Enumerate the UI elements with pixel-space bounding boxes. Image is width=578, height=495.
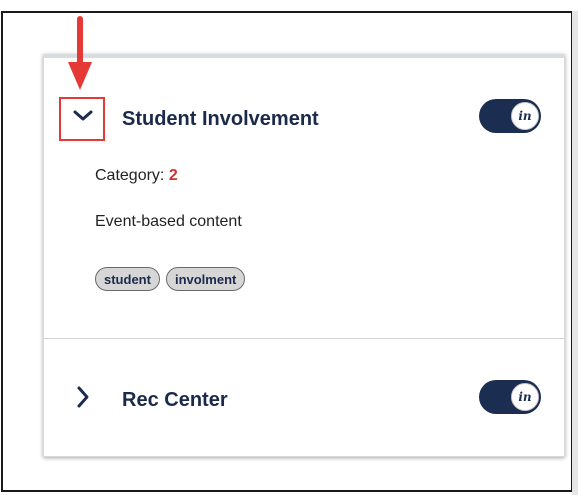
red-arrow-down-icon: [68, 16, 92, 90]
feed-item-title: Rec Center: [122, 389, 228, 411]
subscription-toggle[interactable]: in: [479, 380, 541, 414]
chevron-right-icon[interactable]: [74, 384, 92, 410]
feed-item-title: Student Involvement: [122, 108, 319, 130]
toggle-knob: in: [511, 102, 539, 130]
category-line: Category: 2: [95, 167, 178, 185]
feed-item-description: Event-based content: [95, 213, 242, 230]
tag-chip[interactable]: student: [95, 267, 160, 291]
chevron-down-icon: [73, 110, 93, 121]
subscription-toggle[interactable]: in: [479, 99, 541, 133]
toggle-knob: in: [511, 383, 539, 411]
feed-item-rec-center: Rec Center in: [44, 339, 564, 457]
scrollbar-track[interactable]: [572, 11, 578, 495]
category-value: 2: [168, 167, 178, 184]
collapse-toggle-button[interactable]: [59, 97, 105, 141]
feed-settings-card: Student Involvement in Category: 2 Event…: [43, 54, 565, 457]
feed-item-student-involvement: Student Involvement in Category: 2 Event…: [44, 58, 564, 338]
tag-list: student involment: [95, 267, 246, 291]
tag-chip[interactable]: involment: [165, 267, 246, 291]
category-label: Category:: [95, 167, 165, 184]
